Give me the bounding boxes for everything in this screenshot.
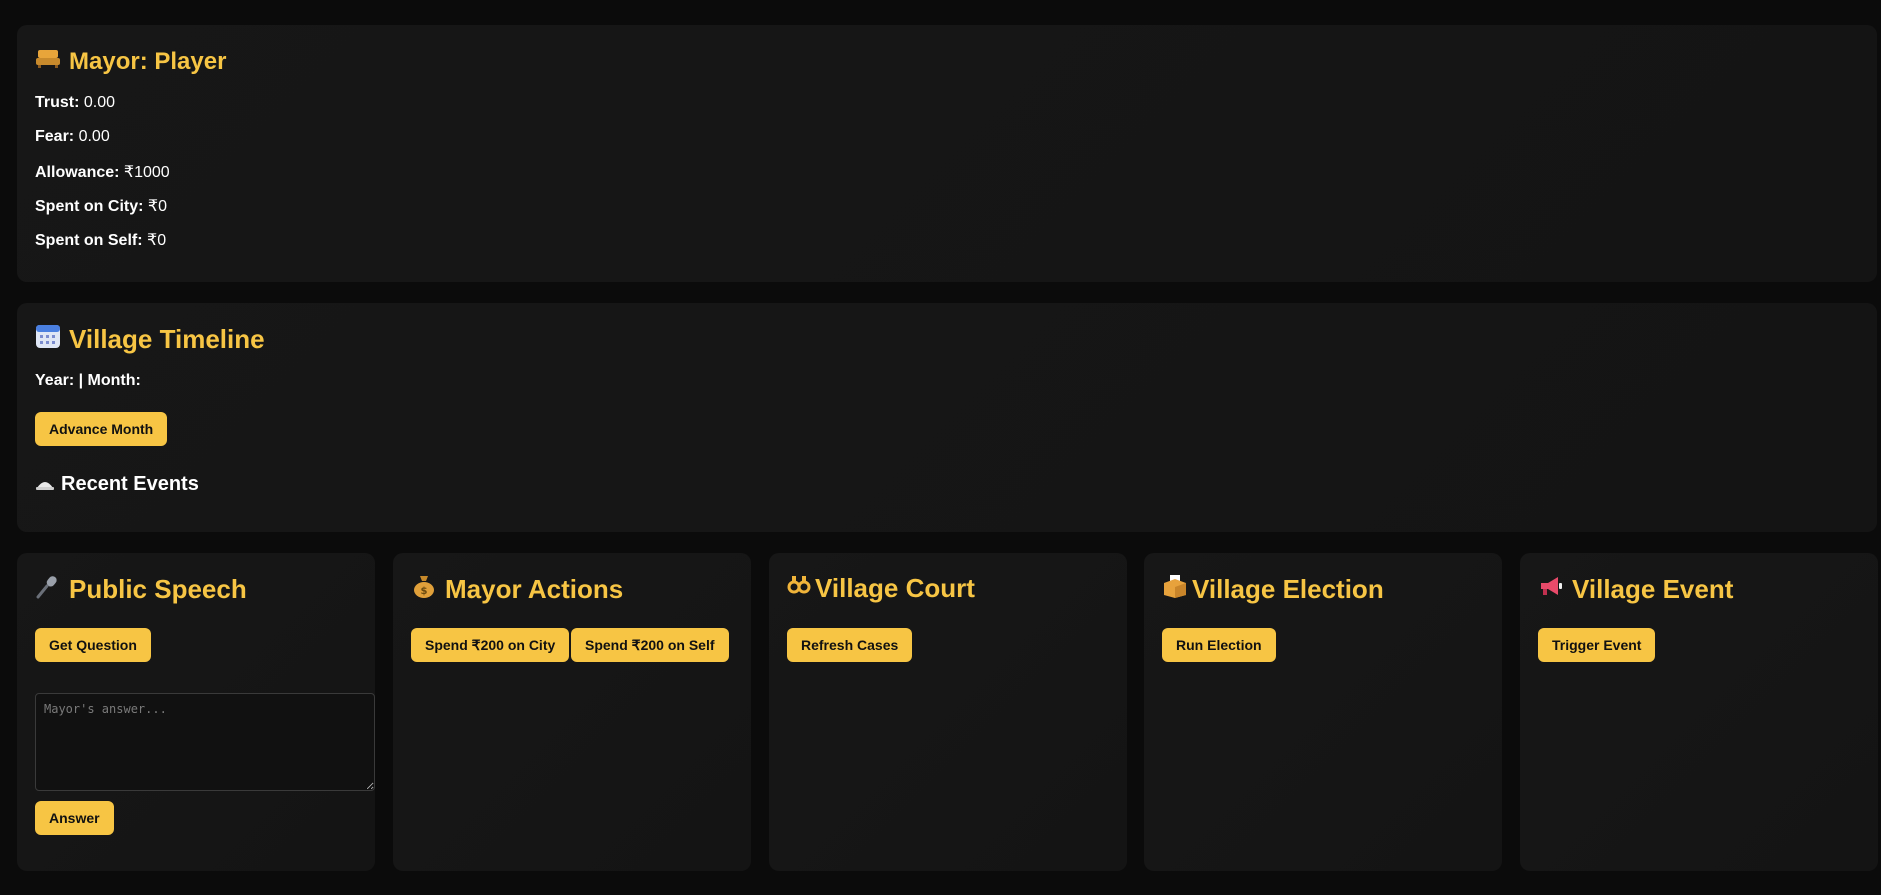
allowance-stat: Allowance: ₹1000 [35, 164, 170, 181]
village-event-panel: Village Event Trigger Event [1520, 553, 1878, 871]
trust-value: 0.00 [83, 94, 116, 111]
refresh-cases-button[interactable]: Refresh Cases [787, 628, 913, 662]
mayor-actions-title: $ Mayor Actions [411, 573, 623, 606]
spent-self-value: ₹0 [147, 232, 167, 249]
allowance-value: ₹1000 [123, 164, 170, 181]
timeline-title: Village Timeline [35, 323, 265, 356]
mayor-title: Mayor: Player [35, 47, 226, 76]
answer-button[interactable]: Answer [35, 801, 114, 835]
timeline-card: Village Timeline Year: | Month: Advance … [17, 303, 1877, 532]
mayor-seat-icon [35, 47, 61, 76]
trust-stat: Trust: 0.00 [35, 94, 116, 111]
spent-city-stat: Spent on City: ₹0 [35, 198, 167, 215]
public-speech-title: Public Speech [35, 573, 247, 606]
money-bag-icon: $ [411, 573, 437, 606]
spent-city-value: ₹0 [147, 198, 167, 215]
spend-city-button[interactable]: Spend ₹200 on City [411, 628, 570, 662]
village-election-title: Village Election [1162, 573, 1384, 606]
fear-stat: Fear: 0.00 [35, 128, 110, 145]
news-icon [35, 473, 55, 496]
village-court-panel: Village Court Refresh Cases [769, 553, 1127, 871]
microphone-icon [35, 573, 61, 606]
year-month-label: Year: | Month: [35, 372, 141, 389]
trigger-event-button[interactable]: Trigger Event [1538, 628, 1656, 662]
answer-input[interactable] [35, 693, 375, 791]
spend-self-button[interactable]: Spend ₹200 on Self [571, 628, 729, 662]
handcuffs-icon [787, 573, 811, 604]
calendar-icon [35, 323, 61, 356]
fear-value: 0.00 [78, 128, 110, 145]
ballot-box-icon [1162, 573, 1188, 606]
village-election-panel: Village Election Run Election [1144, 553, 1502, 871]
megaphone-icon [1538, 573, 1564, 606]
village-event-title: Village Event [1538, 573, 1733, 606]
village-court-title: Village Court [787, 573, 975, 604]
public-speech-panel: Public Speech Get Question Answer [17, 553, 375, 871]
recent-events-heading: Recent Events [35, 473, 199, 496]
spent-self-stat: Spent on Self: ₹0 [35, 232, 167, 249]
run-election-button[interactable]: Run Election [1162, 628, 1276, 662]
get-question-button[interactable]: Get Question [35, 628, 151, 662]
mayor-card: Mayor: Player Trust: 0.00 Fear: 0.00 All… [17, 25, 1877, 282]
advance-month-button[interactable]: Advance Month [35, 412, 168, 446]
svg-text:$: $ [421, 586, 428, 597]
mayor-actions-panel: $ Mayor Actions Spend ₹200 on City Spend… [393, 553, 751, 871]
